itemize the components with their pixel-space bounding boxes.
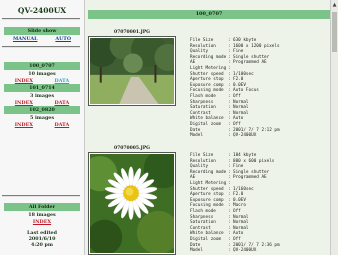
- divider: [2, 46, 80, 48]
- image-filename: 07070001.JPG: [114, 30, 150, 35]
- app-title: QV-2400UX: [17, 6, 67, 15]
- image-metadata: File Size:184 kbyte Resolution:800 x 600 …: [190, 153, 332, 254]
- metadata-value: QV-2400UX: [233, 133, 257, 139]
- slide-show-links: MANUAL AUTO: [4, 36, 80, 42]
- image-metadata: File Size:630 kbyte Resolution:1600 x 120…: [190, 38, 332, 139]
- folder-count: 3 images: [29, 93, 55, 99]
- all-folder-links: INDEX: [4, 219, 80, 225]
- scroll-up-icon[interactable]: ▲: [332, 2, 337, 8]
- slide-show-header: Slide show: [4, 27, 80, 35]
- thumbnail-flower[interactable]: [88, 152, 176, 255]
- metadata-row: Model: QV-2400UX: [190, 248, 332, 254]
- last-edited-time: 4:20 pm: [31, 242, 53, 248]
- image-filename: 07070005.JPG: [114, 146, 150, 151]
- folder-header-100-0707[interactable]: 100_0707: [4, 62, 80, 70]
- metadata-value: Programmed AE: [233, 60, 267, 66]
- folder-count: 10 images: [28, 71, 56, 77]
- flower-photo: [90, 154, 174, 253]
- folder-header-101-0714[interactable]: 101_0714: [4, 84, 80, 92]
- index-link[interactable]: INDEX: [33, 219, 51, 225]
- metadata-value: QV-2400UX: [233, 248, 257, 254]
- auto-link[interactable]: AUTO: [55, 36, 71, 42]
- index-link[interactable]: INDEX: [15, 122, 33, 128]
- metadata-row: Model: QV-2400UX: [190, 133, 332, 139]
- divider: [2, 18, 80, 20]
- metadata-key: Model: [190, 248, 203, 254]
- park-photo: [90, 38, 174, 104]
- all-folder-header[interactable]: All Folder: [4, 203, 80, 211]
- metadata-value: Programmed AE: [233, 175, 267, 181]
- manual-link[interactable]: MANUAL: [13, 36, 38, 42]
- thumbnail-park[interactable]: [88, 36, 176, 106]
- sidebar: QV-2400UX Slide show MANUAL AUTO 100_070…: [0, 0, 85, 255]
- metadata-key: Model: [190, 133, 203, 139]
- all-folder-count: 18 images: [28, 212, 56, 218]
- scroll-thumb[interactable]: [332, 12, 337, 52]
- folder-count: 5 images: [29, 115, 55, 121]
- folder-title-bar: 100_0707: [88, 10, 330, 19]
- data-link[interactable]: DATA: [55, 122, 70, 128]
- folder-header-102-0820[interactable]: 102_0820: [4, 106, 80, 114]
- divider: [2, 195, 80, 197]
- folder-links: INDEX DATA: [4, 122, 80, 128]
